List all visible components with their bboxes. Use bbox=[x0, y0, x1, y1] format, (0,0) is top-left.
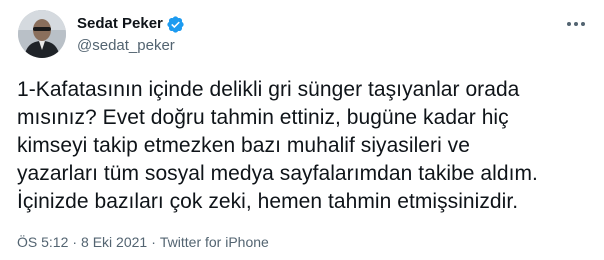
author-handle[interactable]: @sedat_peker bbox=[77, 37, 175, 55]
tweet-text-line: kimseyi takip etmezken bazı muhalif siya… bbox=[17, 134, 470, 157]
tweet-meta: ÖS 5:12 · 8 Eki 2021 · Twitter for iPhon… bbox=[17, 233, 269, 251]
tweet-time[interactable]: ÖS 5:12 bbox=[17, 233, 68, 251]
more-options-icon[interactable] bbox=[564, 14, 588, 34]
tweet-date[interactable]: 8 Eki 2021 bbox=[81, 233, 147, 251]
tweet-text-line: yazarları tüm sosyal medya sayfalarımdan… bbox=[17, 162, 538, 185]
tweet-card: Sedat Peker @sedat_peker 1-Kafatasının i… bbox=[0, 0, 604, 260]
tweet-text-line: İçinizde bazıları çok zeki, hemen tahmin… bbox=[17, 190, 519, 213]
tweet-text: 1-Kafatasının içinde delikli gri sünger … bbox=[17, 76, 592, 216]
avatar[interactable] bbox=[18, 10, 66, 58]
tweet-text-line: 1-Kafatasının içinde delikli gri sünger … bbox=[17, 78, 520, 101]
avatar-image bbox=[18, 10, 66, 58]
meta-separator: · bbox=[72, 234, 78, 250]
tweet-text-line: mısınız? Evet doğru tahmin ettiniz, bugü… bbox=[17, 106, 509, 129]
verified-badge-icon bbox=[166, 15, 185, 34]
meta-separator: · bbox=[151, 234, 156, 250]
display-name[interactable]: Sedat Peker bbox=[77, 14, 163, 34]
author-name-row: Sedat Peker bbox=[77, 14, 185, 34]
tweet-source[interactable]: Twitter for iPhone bbox=[160, 233, 269, 251]
